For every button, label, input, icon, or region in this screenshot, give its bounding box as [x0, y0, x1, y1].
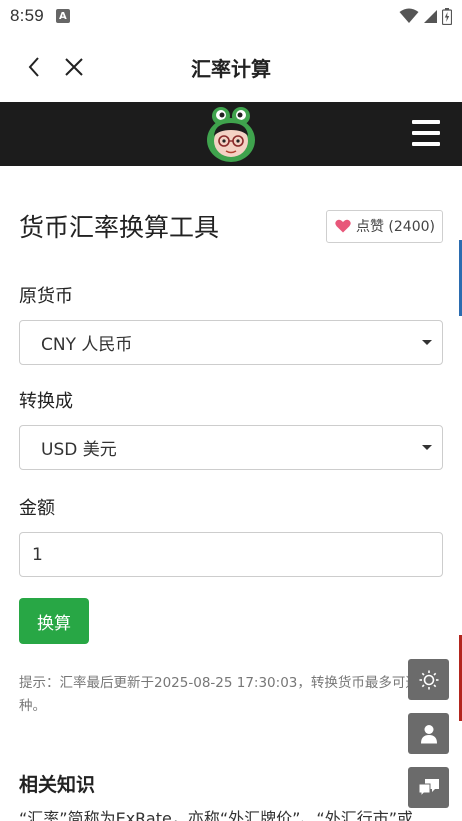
caret-down-icon	[422, 340, 432, 345]
status-bar: 8:59 A	[0, 0, 462, 32]
wifi-icon	[399, 8, 419, 23]
main-content: 货币汇率换算工具 点赞 (2400) 原货币 CNY 人民币 转换成 USD 美…	[0, 208, 462, 821]
convert-button[interactable]: 换算	[19, 598, 89, 644]
to-currency-value: USD 美元	[41, 440, 117, 460]
heart-icon	[335, 219, 351, 233]
like-button[interactable]: 点赞 (2400)	[325, 209, 443, 243]
feedback-button[interactable]	[408, 767, 449, 808]
back-button[interactable]	[14, 47, 54, 87]
to-currency-select[interactable]: USD 美元	[19, 425, 443, 470]
sun-icon	[419, 670, 438, 689]
from-currency-value: CNY 人民币	[41, 335, 133, 355]
close-button[interactable]	[54, 47, 94, 87]
title-row: 货币汇率换算工具 点赞 (2400)	[19, 208, 443, 244]
caret-down-icon	[422, 445, 432, 450]
menu-bar	[412, 142, 440, 146]
status-time: 8:59	[10, 6, 44, 25]
from-currency-label: 原货币	[19, 286, 73, 307]
close-icon	[65, 58, 83, 76]
signal-icon	[424, 9, 437, 23]
knowledge-text: “汇率”简称为ExRate，亦称“外汇牌价”、“外汇行市”或	[19, 809, 414, 821]
amount-label: 金额	[19, 498, 55, 519]
app-header: 汇率计算	[0, 32, 462, 102]
page-title: 货币汇率换算工具	[19, 213, 220, 242]
amount-value: 1	[32, 544, 43, 565]
amount-input[interactable]: 1	[19, 532, 443, 577]
menu-bar	[412, 131, 440, 135]
battery-icon	[442, 7, 452, 25]
site-nav	[0, 102, 462, 166]
notification-icon: A	[55, 9, 70, 23]
knowledge-title: 相关知识	[19, 774, 96, 796]
menu-button[interactable]	[412, 120, 440, 146]
user-button[interactable]	[408, 713, 449, 754]
menu-bar	[412, 120, 440, 124]
to-currency-label: 转换成	[19, 391, 73, 412]
from-currency-select[interactable]: CNY 人民币	[19, 320, 443, 365]
update-hint: 提示：汇率最后更新于2025-08-25 17:30:03，转换货币最多可选10…	[19, 675, 437, 714]
chevron-left-icon	[28, 57, 39, 77]
user-icon	[420, 724, 437, 743]
like-label: 点赞 (2400)	[355, 219, 435, 235]
status-icons	[399, 7, 452, 25]
theme-toggle-button[interactable]	[408, 659, 449, 700]
chat-icon	[418, 778, 439, 797]
frog-logo[interactable]	[205, 106, 257, 162]
